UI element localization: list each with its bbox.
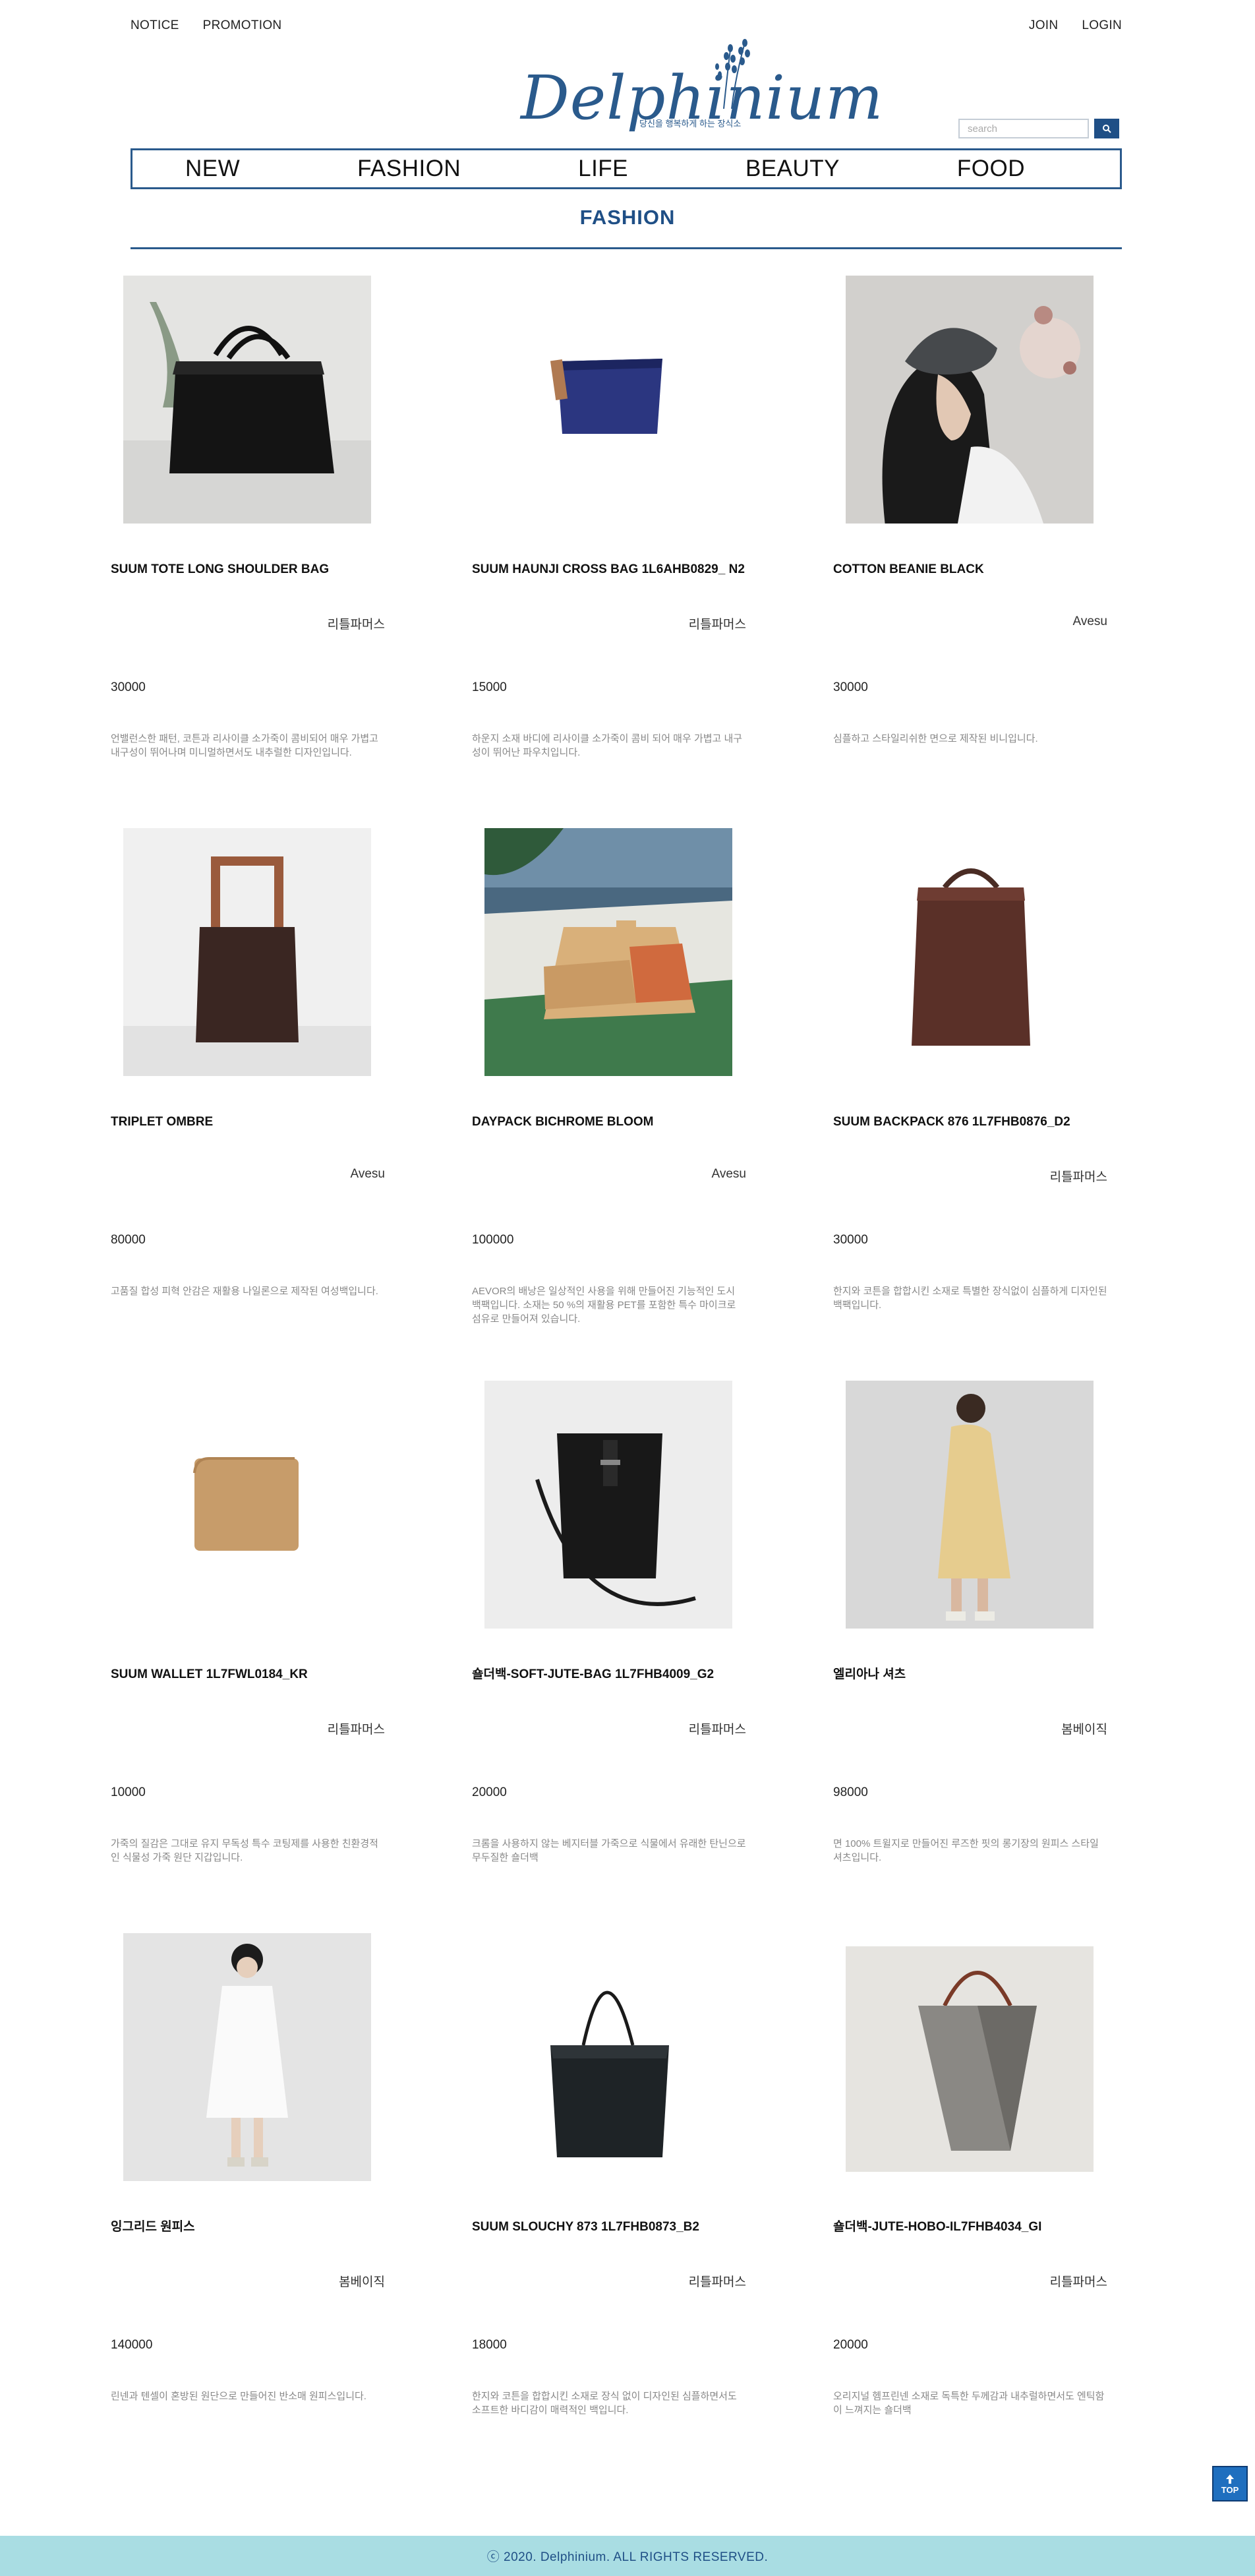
product-description: 크롬을 사용하지 않는 베지터블 가죽으로 식물에서 유래한 탄닌으로 무두질한… [472, 1838, 746, 1863]
product-price: 80000 [111, 1233, 146, 1247]
product-image-brown-backpack[interactable] [846, 828, 1094, 1076]
product-image-black-slouchy-bag[interactable] [484, 1933, 732, 2181]
section-title: FASHION [579, 206, 676, 229]
search-icon [1103, 125, 1111, 133]
product-brand: 리틀파머스 [327, 1723, 385, 1737]
product-name[interactable]: COTTON BEANIE BLACK [833, 560, 1107, 578]
product-image-wood-handle-bag[interactable] [123, 828, 371, 1076]
product-image-beanie-model[interactable] [846, 276, 1094, 524]
site-logo[interactable]: Delphinium 당신을 행복하게 하는 장식소 [521, 36, 883, 142]
logo-tagline: 당신을 행복하게 하는 장식소 [639, 119, 742, 129]
product-description: 하운지 소재 바디에 리사이클 소가죽이 콤비 되어 매우 가볍고 내구성이 뛰… [472, 733, 743, 758]
product-price: 30000 [111, 680, 146, 694]
product-brand: Avesu [1072, 614, 1107, 628]
product-image-tan-wallet[interactable] [123, 1381, 371, 1629]
copyright-text: ⓒ 2020. Delphinium. ALL RIGHTS RESERVED. [486, 2550, 769, 2564]
search-input[interactable] [958, 119, 1089, 138]
promotion-link[interactable]: PROMOTION [203, 18, 282, 33]
product-price: 98000 [833, 1785, 868, 1799]
product-brand: Avesu [711, 1167, 746, 1181]
footer: ⓒ 2020. Delphinium. ALL RIGHTS RESERVED. [0, 2536, 1255, 2576]
product-price: 140000 [111, 2338, 153, 2352]
product-name[interactable]: SUUM BACKPACK 876 1L7FHB0876_D2 [833, 1113, 1107, 1131]
search-button[interactable] [1094, 119, 1119, 138]
product-price: 30000 [833, 680, 868, 694]
product-brand: 리틀파머스 [1049, 1170, 1107, 1184]
product-description: 언밸런스한 패턴, 코튼과 리사이클 소가죽이 콤비되어 매우 가볍고 내구성이… [111, 733, 378, 758]
main-nav: NEW FASHION LIFE BEAUTY FOOD [131, 148, 1122, 189]
nav-new[interactable]: NEW [185, 156, 240, 182]
product-image-beige-shirt-model[interactable] [846, 1381, 1094, 1629]
product-image-bichrome-bag[interactable] [484, 828, 732, 1076]
scroll-top-label: TOP [1221, 2484, 1239, 2495]
product-brand: 리틀파머스 [1049, 2275, 1107, 2289]
nav-beauty[interactable]: BEAUTY [745, 156, 840, 182]
product-image-gray-hobo-bag[interactable] [846, 1946, 1094, 2172]
product-image-black-bucket-bag[interactable] [484, 1381, 732, 1629]
product-description: 오리지널 헴프린넨 소재로 독특한 두께감과 내추럴하면서도 엔틱함이 느껴지는… [833, 2391, 1105, 2416]
join-link[interactable]: JOIN [1029, 18, 1058, 33]
product-image-white-dress-model[interactable] [123, 1933, 371, 2181]
product-price: 18000 [472, 2338, 507, 2352]
product-price: 30000 [833, 1233, 868, 1247]
product-name[interactable]: SUUM WALLET 1L7FWL0184_KR [111, 1665, 385, 1683]
product-name[interactable]: SUUM SLOUCHY 873 1L7FHB0873_B2 [472, 2218, 746, 2236]
top-right-links: JOIN LOGIN [1029, 18, 1122, 33]
product-brand: Avesu [350, 1167, 385, 1181]
product-description: 면 100% 트윌지로 만들어진 루즈한 핏의 롱기장의 원피스 스타일 셔츠입… [833, 1838, 1099, 1863]
product-brand: 리틀파머스 [688, 1723, 746, 1737]
arrow-up-icon [1226, 2474, 1234, 2484]
product-brand: 봄베이직 [1061, 1723, 1107, 1737]
product-brand: 리틀파머스 [688, 2275, 746, 2289]
product-description: 고품질 합성 피혁 안감은 재활용 나일론으로 제작된 여성백입니다. [111, 1286, 378, 1297]
scroll-top-button[interactable]: TOP [1212, 2466, 1248, 2501]
nav-life[interactable]: LIFE [578, 156, 628, 182]
product-price: 20000 [472, 1785, 507, 1799]
notice-link[interactable]: NOTICE [131, 18, 179, 33]
top-left-links: NOTICE PROMOTION [131, 18, 281, 33]
product-name[interactable]: 숄더백-JUTE-HOBO-IL7FHB4034_GI [833, 2218, 1107, 2236]
nav-food[interactable]: FOOD [957, 156, 1025, 182]
product-description: 한지와 코튼을 합합시킨 소재로 장식 없이 디자인된 심플하면서도 소프트한 … [472, 2391, 737, 2416]
product-description: 린넨과 텐셀이 혼방된 원단으로 만들어진 반소매 원피스입니다. [111, 2391, 366, 2402]
product-description: 한지와 코튼을 합합시킨 소재로 특별한 장식없이 심플하게 디자인된 백팩입니… [833, 1286, 1107, 1311]
product-price: 15000 [472, 680, 507, 694]
product-image-black-tote-bag[interactable] [123, 276, 371, 524]
product-brand: 봄베이직 [339, 2275, 385, 2289]
product-name[interactable]: 엘리아나 셔츠 [833, 1665, 1107, 1683]
product-description: 심플하고 스타일리쉬한 면으로 제작된 비니입니다. [833, 733, 1038, 744]
nav-fashion[interactable]: FASHION [357, 156, 461, 182]
product-description: AEVOR의 배낭은 일상적인 사용을 위해 만들어진 기능적인 도시 백팩입니… [472, 1286, 736, 1325]
product-name[interactable]: DAYPACK BICHROME BLOOM [472, 1113, 746, 1131]
search-bar [958, 119, 1119, 138]
product-description: 가죽의 질감은 그대로 유지 무독성 특수 코팅제를 사용한 친환경적인 식물성… [111, 1838, 378, 1863]
product-name[interactable]: SUUM TOTE LONG SHOULDER BAG [111, 560, 385, 578]
product-price: 20000 [833, 2338, 868, 2352]
section-divider [131, 247, 1122, 249]
product-name[interactable]: 잉그리드 원피스 [111, 2218, 385, 2236]
product-name[interactable]: TRIPLET OMBRE [111, 1113, 385, 1131]
login-link[interactable]: LOGIN [1082, 18, 1122, 33]
product-name[interactable]: SUUM HAUNJI CROSS BAG 1L6AHB0829_ N2 [472, 560, 746, 578]
product-image-navy-pouch[interactable] [484, 276, 732, 524]
product-name[interactable]: 숄더백-SOFT-JUTE-BAG 1L7FHB4009_G2 [472, 1665, 746, 1683]
product-brand: 리틀파머스 [688, 618, 746, 632]
product-price: 10000 [111, 1785, 146, 1799]
product-brand: 리틀파머스 [327, 618, 385, 632]
product-price: 100000 [472, 1233, 514, 1247]
